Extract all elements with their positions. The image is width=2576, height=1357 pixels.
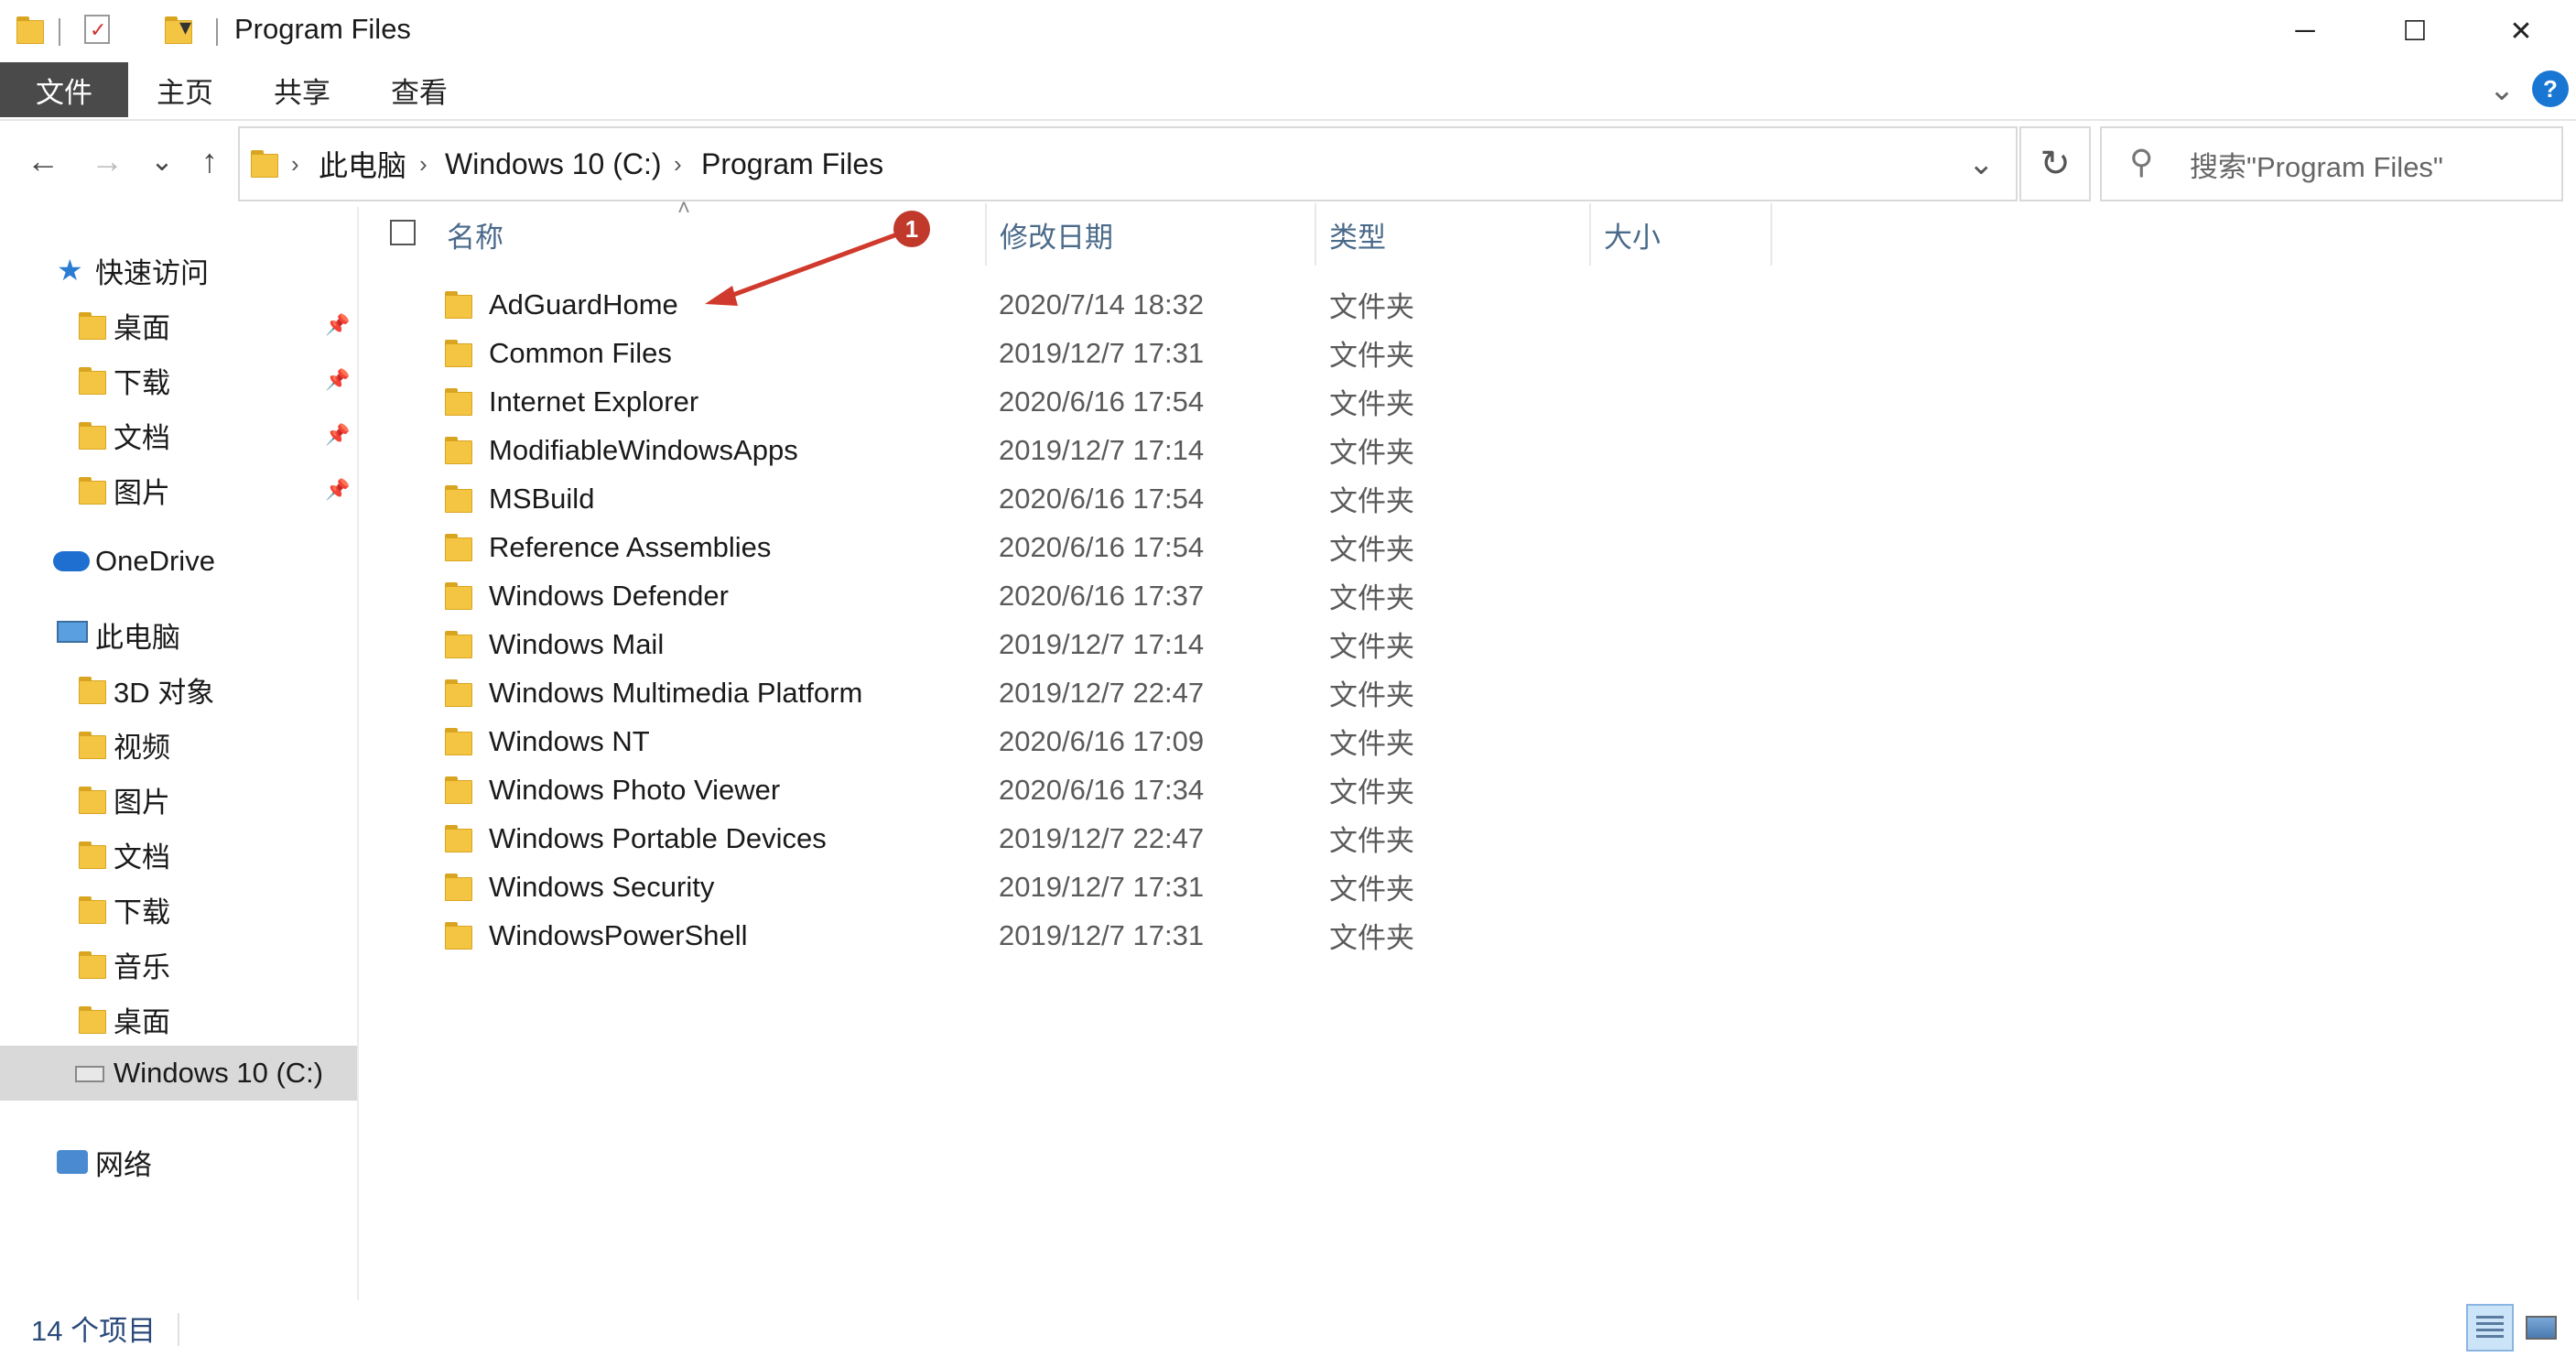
arrow-line [722,232,898,301]
status-separator [178,1313,179,1346]
status-item-count: 14 个项目 [31,1315,157,1347]
large-icons-view-button[interactable] [2517,1304,2565,1352]
details-view-button[interactable] [2466,1304,2514,1352]
annotation-arrow [705,232,898,306]
large-icons-view-icon [2526,1316,2557,1340]
arrow-head [705,286,738,306]
details-view-icon [2476,1316,2504,1340]
annotation-badge: 1 [893,211,930,247]
